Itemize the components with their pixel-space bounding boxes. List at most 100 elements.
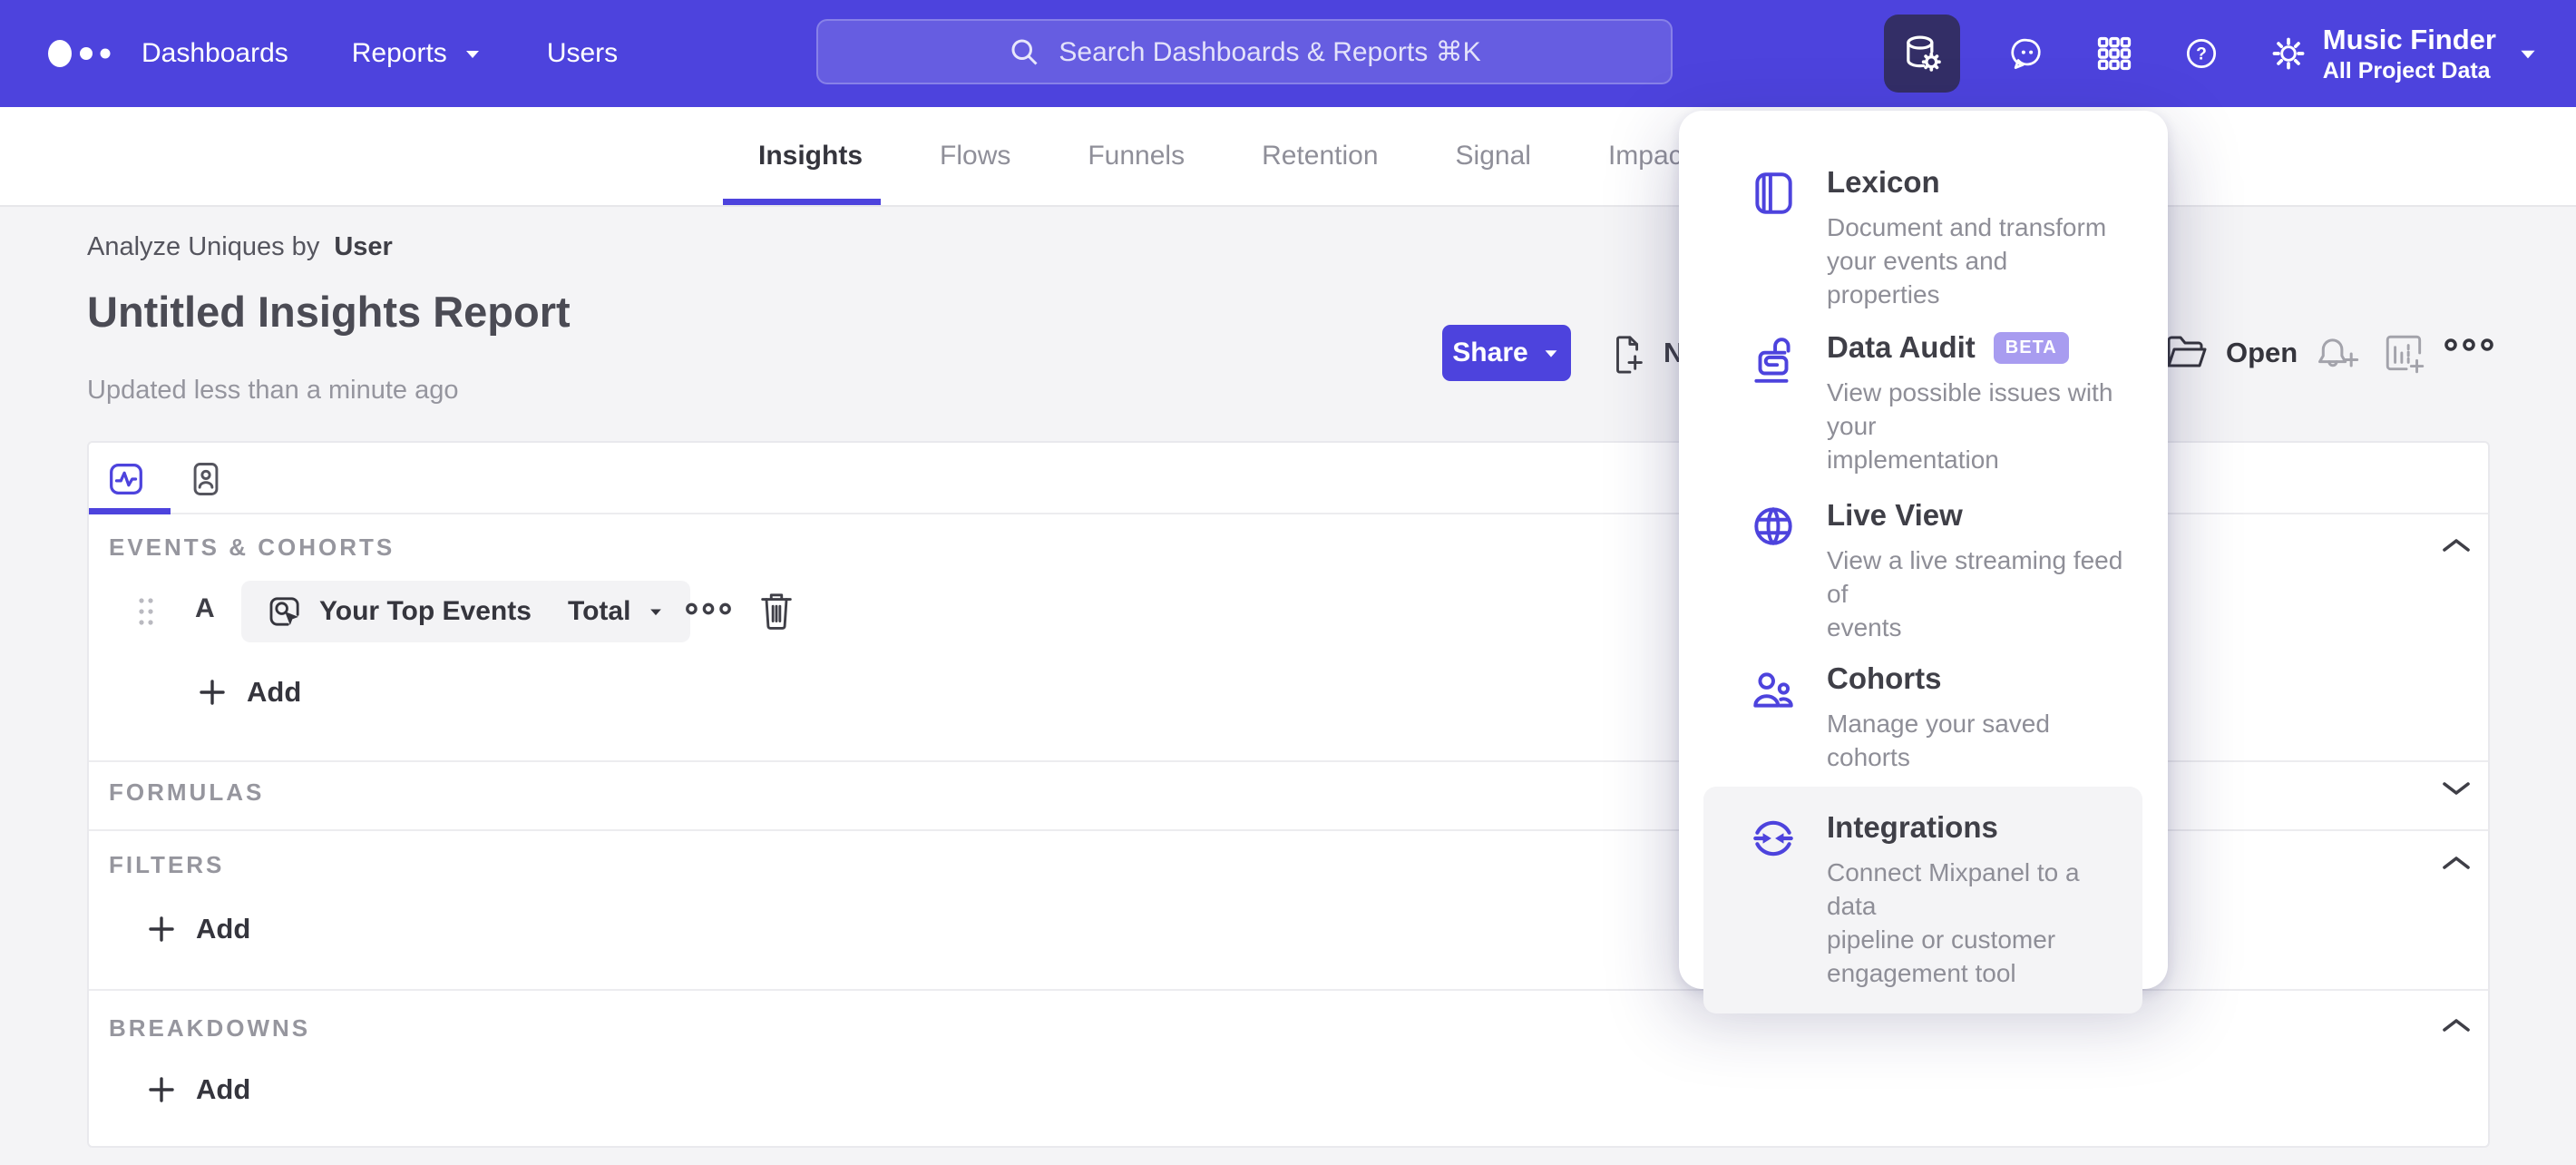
formulas-expand-button[interactable] <box>2436 775 2476 802</box>
book-icon <box>1749 165 1798 311</box>
caret-down-icon <box>650 609 662 616</box>
event-selector-chip[interactable]: Your Top Events <box>241 581 557 642</box>
series-letter: A <box>195 593 215 623</box>
add-breakdown-button[interactable]: Add <box>147 1069 250 1111</box>
menu-item-title: Data Audit <box>1827 330 1976 364</box>
search-input[interactable]: Search Dashboards & Reports ⌘K <box>816 19 1673 84</box>
nav-dashboards[interactable]: Dashboards <box>141 38 288 69</box>
menu-item-description: Manage your saved cohorts <box>1827 710 2050 771</box>
event-chip-label: Your Top Events <box>319 596 532 626</box>
add-event-button[interactable]: Add <box>198 671 301 713</box>
section-events-cohorts-label: EVENTS & COHORTS <box>109 534 395 561</box>
add-to-board-button[interactable] <box>2382 332 2427 376</box>
bell-plus-icon <box>2317 338 2359 367</box>
menu-item-text: Data Audit BETA View possible issues wit… <box>1827 330 2124 476</box>
menu-item-data-audit[interactable]: Data Audit BETA View possible issues wit… <box>1703 312 2142 494</box>
insights-chart-icon <box>110 464 142 494</box>
messages-icon <box>2011 38 2041 69</box>
page-title[interactable]: Untitled Insights Report <box>87 287 571 337</box>
events-collapse-button[interactable] <box>2436 532 2476 559</box>
breakdowns-collapse-button[interactable] <box>2436 1012 2476 1039</box>
settings-button[interactable] <box>2269 33 2308 74</box>
tab-insights[interactable]: Insights <box>758 141 863 171</box>
profile-card-icon <box>193 463 219 495</box>
project-selector[interactable]: Music Finder All Project Data <box>2323 0 2540 107</box>
tab-funnels[interactable]: Funnels <box>1088 141 1185 171</box>
globe-icon <box>1749 498 1798 644</box>
folder-open-icon <box>2167 336 2207 367</box>
apps-grid-icon <box>2097 36 2132 71</box>
menu-item-integrations[interactable]: Integrations Connect Mixpanel to a data … <box>1703 787 2142 1013</box>
mixpanel-logo-icon[interactable] <box>45 32 132 75</box>
menu-item-cohorts[interactable]: Cohorts Manage your saved cohorts <box>1703 643 2142 792</box>
menu-item-lexicon[interactable]: Lexicon Document and transform your even… <box>1703 147 2142 329</box>
menu-item-text: Integrations Connect Mixpanel to a data … <box>1827 810 2124 990</box>
top-navbar: Dashboards Reports Users Search Dashboar… <box>0 0 2576 107</box>
primary-nav: Dashboards Reports Users <box>141 0 618 107</box>
tab-impact[interactable]: Impact <box>1608 141 1690 171</box>
open-report-button[interactable]: Open <box>2162 325 2298 381</box>
svg-text:?: ? <box>2196 44 2207 64</box>
create-alert-button[interactable] <box>2314 332 2361 376</box>
share-button[interactable]: Share <box>1442 325 1571 381</box>
document-plus-icon <box>1616 336 1643 374</box>
apps-grid-button[interactable] <box>2094 33 2134 74</box>
report-tabs: Insights Flows Funnels Retention Signal … <box>758 107 1690 205</box>
profiles-view-tab[interactable] <box>185 457 227 501</box>
menu-item-text: Live View View a live streaming feed of … <box>1827 498 2124 644</box>
menu-item-title: Cohorts <box>1827 661 1942 695</box>
settings-gear-icon <box>2272 37 2305 70</box>
analyze-line: Analyze Uniques by User <box>87 232 393 262</box>
nav-reports[interactable]: Reports <box>352 38 483 69</box>
tab-signal[interactable]: Signal <box>1456 141 1531 171</box>
chevron-down-icon <box>2443 782 2470 795</box>
menu-item-description: View a live streaming feed of events <box>1827 546 2123 641</box>
open-lock-icon <box>1749 330 1798 476</box>
project-info: Music Finder All Project Data <box>2323 23 2496 84</box>
caret-down-icon <box>2521 50 2535 59</box>
search-placeholder: Search Dashboards & Reports ⌘K <box>1059 36 1481 67</box>
event-click-icon <box>269 597 299 626</box>
add-filter-button[interactable]: Add <box>147 908 250 950</box>
menu-item-description: Document and transform your events and p… <box>1827 213 2107 308</box>
mixpanel-app: Dashboards Reports Users Search Dashboar… <box>0 0 2576 1165</box>
menu-item-text: Cohorts Manage your saved cohorts <box>1827 661 2124 774</box>
section-filters-label: FILTERS <box>109 851 225 878</box>
menu-item-live-view[interactable]: Live View View a live streaming feed of … <box>1703 480 2142 662</box>
chevron-up-icon <box>2443 857 2470 869</box>
metric-selector-chip[interactable]: Total <box>542 581 691 642</box>
analyze-prefix: Analyze Uniques by <box>87 232 320 261</box>
ellipsis-icon <box>2444 338 2493 351</box>
event-row-more-button[interactable] <box>683 597 734 621</box>
plus-icon <box>149 916 174 942</box>
analyze-entity-selector[interactable]: User <box>334 232 393 262</box>
card-active-tab-underline <box>89 508 171 514</box>
plus-icon <box>200 680 225 705</box>
caret-down-icon <box>465 51 479 58</box>
filters-collapse-button[interactable] <box>2436 849 2476 876</box>
section-breakdowns-label: BREAKDOWNS <box>109 1014 311 1042</box>
drag-handle-icon[interactable] <box>136 592 156 631</box>
data-management-dropdown: Lexicon Document and transform your even… <box>1679 111 2168 1013</box>
more-actions-button[interactable] <box>2443 332 2495 357</box>
chevron-up-icon <box>2443 539 2470 552</box>
report-tabstrip: Insights Flows Funnels Retention Signal … <box>0 107 2576 207</box>
tab-flows[interactable]: Flows <box>940 141 1010 171</box>
nav-users[interactable]: Users <box>547 38 618 69</box>
chevron-up-icon <box>2443 1019 2470 1032</box>
menu-item-description: Connect Mixpanel to a data pipeline or c… <box>1827 858 2080 987</box>
help-button[interactable]: ? <box>2181 33 2221 74</box>
delete-event-button[interactable] <box>756 588 797 633</box>
search-icon <box>1011 39 1038 65</box>
active-tab-underline <box>723 199 881 205</box>
menu-item-title: Live View <box>1827 498 1963 532</box>
metrics-view-tab[interactable] <box>105 457 147 501</box>
data-management-button[interactable] <box>1884 15 1960 93</box>
messages-button[interactable] <box>2007 33 2047 74</box>
tab-retention[interactable]: Retention <box>1262 141 1378 171</box>
project-scope: All Project Data <box>2322 58 2491 83</box>
data-management-icon <box>1907 35 1941 72</box>
sync-arrows-icon <box>1749 810 1798 990</box>
metric-chip-label: Total <box>568 596 631 626</box>
open-button-label: Open <box>2226 337 2298 368</box>
